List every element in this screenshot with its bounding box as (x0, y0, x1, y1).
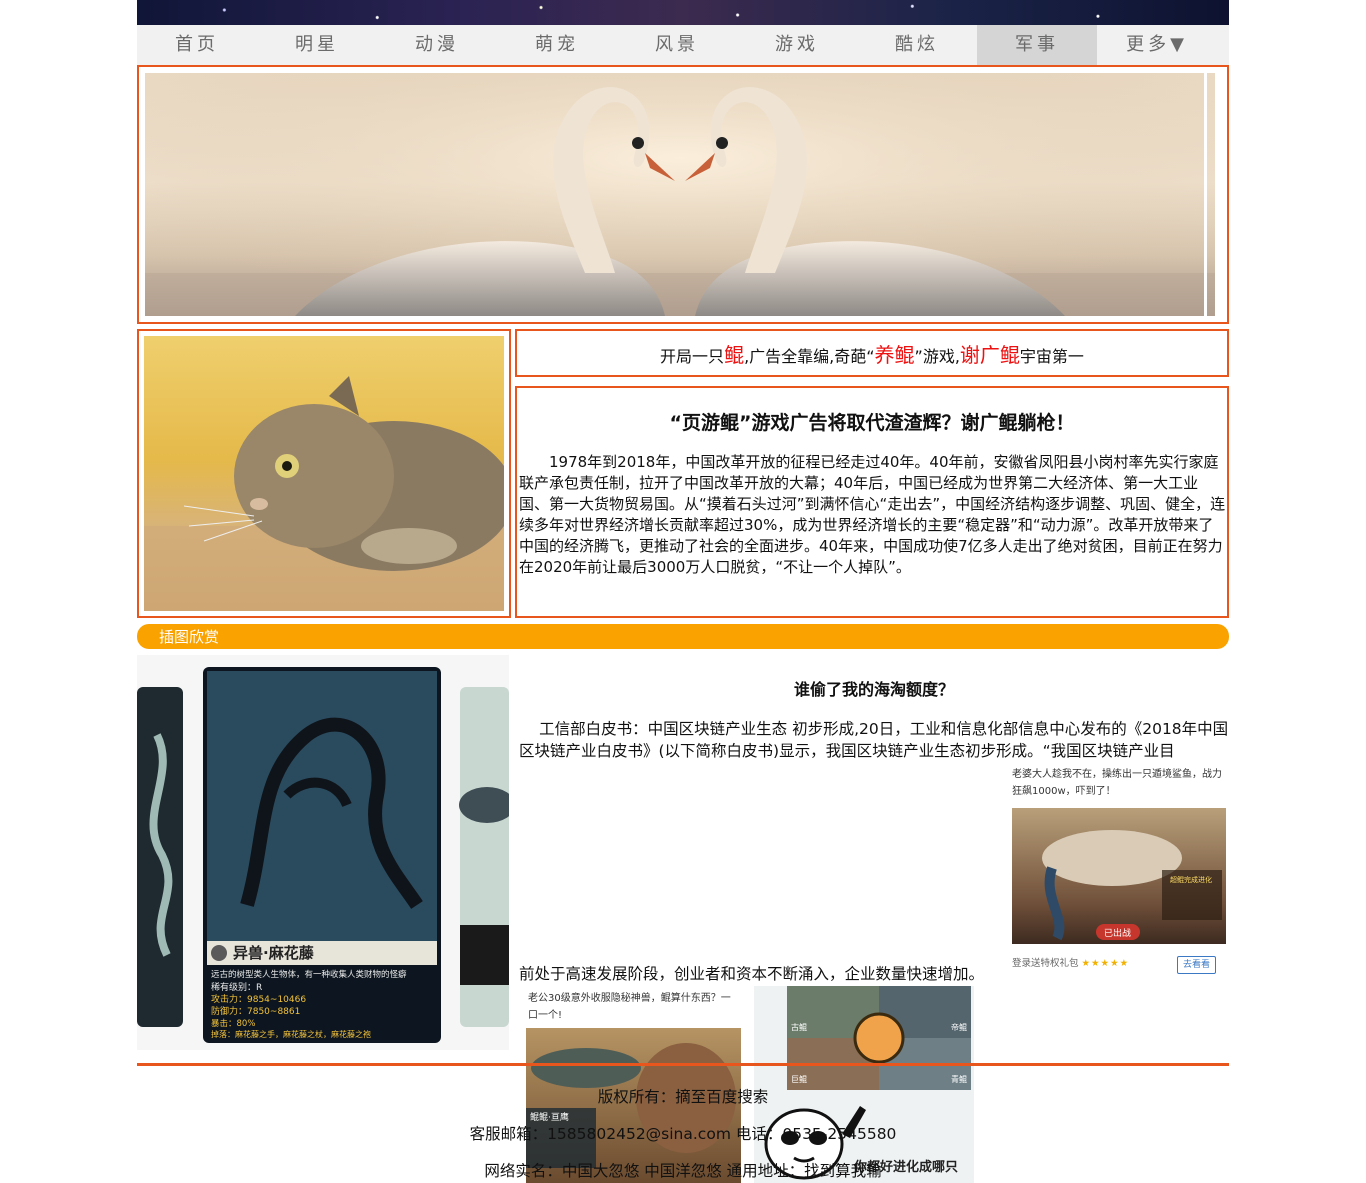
ad1-view-button[interactable]: 去看看 (1176, 956, 1216, 974)
card-attack: 攻击力：9854~10466 (211, 993, 306, 1005)
nav-item-more[interactable]: 更多▼ (1097, 25, 1217, 65)
card-title: 异兽·麻花藤 (233, 944, 315, 962)
article-box: “页游鲲”游戏广告将取代渣渣辉？谢广鲲躺枪！ 1978年到2018年，中国改革开… (515, 386, 1229, 618)
nav-item-military[interactable]: 军事 (977, 25, 1097, 65)
card-crit: 暴击：80% (211, 1018, 255, 1029)
card-defense: 防御力：7850~8861 (211, 1005, 300, 1017)
slogan-text-2: ,广告全靠编,奇葩“ (744, 347, 875, 366)
ad3-label-1: 古鲲 (791, 1022, 807, 1032)
ad3-illustration: 古鲲 巨鲲 帝鲲 青鲲 (787, 986, 971, 1090)
nav-item-pets[interactable]: 萌宠 (497, 25, 617, 65)
cat-illustration (144, 376, 504, 611)
cat-photo (144, 336, 504, 611)
footer-copyright: 版权所有：摘至百度搜索 (597, 1088, 769, 1106)
nav-item-games[interactable]: 游戏 (737, 25, 857, 65)
ad1-footer: 登录送特权礼包 ★★★★★ 去看看 (1012, 952, 1222, 976)
game-ad-1[interactable]: 老婆大人趁我不在，操练出一只遁境鲨鱼，战力狂飙1000w，吓到了！ 超鲲完成进化… (1010, 762, 1226, 980)
swans-illustration (145, 73, 1215, 316)
nav-item-anime[interactable]: 动漫 (377, 25, 497, 65)
main-nav: 首页 明星 动漫 萌宠 风景 游戏 酷炫 军事 更多▼ (137, 25, 1229, 65)
hero-banner (137, 65, 1229, 324)
nav-item-cool[interactable]: 酷炫 (857, 25, 977, 65)
ad1-illustration: 超鲲完成进化 已出战 (1042, 830, 1222, 941)
card-rarity: 稀有级别：R (211, 981, 262, 993)
nav-item-home[interactable]: 首页 (137, 25, 257, 65)
slogan-highlight-yangkun: 养鲲 (874, 343, 915, 367)
slogan-highlight-kun: 鲲 (724, 343, 745, 367)
ad3-label-2: 巨鲲 (791, 1074, 807, 1084)
ad1-badge: 已出战 (1104, 927, 1131, 939)
hero-divider (1204, 73, 1207, 316)
cat-photo-frame (137, 329, 511, 618)
game-cards-illustration: 异兽·麻花藤 远古的树型类人生物体，有一种收集人类财物的怪癖 稀有级别：R 攻击… (137, 667, 509, 1043)
illustration-carousel[interactable]: 异兽·麻花藤 远古的树型类人生物体，有一种收集人类财物的怪癖 稀有级别：R 攻击… (137, 655, 509, 1050)
header-galaxy-banner (137, 0, 1229, 25)
footer-names: 网络实名：中国大忽悠 中国洋忽悠 通用地址：找到算我输 (484, 1162, 882, 1180)
swans-image (145, 73, 1215, 316)
slogan-highlight-xieguangkun: 谢广鲲 (959, 343, 1020, 367)
gallery-section-title: 插图欣赏 (159, 628, 220, 646)
ad1-footer-text: 登录送特权礼包 (1012, 958, 1079, 969)
news-title: 谁偷了我的海淘额度？ (793, 680, 954, 699)
card-description: 远古的树型类人生物体，有一种收集人类财物的怪癖 (211, 969, 407, 980)
nav-item-stars[interactable]: 明星 (257, 25, 377, 65)
ad1-stars: ★★★★★ (1081, 958, 1130, 969)
ad1-image: 超鲲完成进化 已出战 (1012, 808, 1226, 944)
slogan-text-3: ”游戏, (914, 347, 960, 366)
ad1-overlay-text: 超鲲完成进化 (1170, 875, 1212, 884)
slogan-banner: 开局一只鲲,广告全靠编,奇葩“养鲲”游戏,谢广鲲宇宙第一 (515, 329, 1229, 377)
article-title: “页游鲲”游戏广告将取代渣渣辉？谢广鲲躺枪！ (669, 412, 1075, 434)
ad1-caption: 老婆大人趁我不在，操练出一只遁境鲨鱼，战力狂飙1000w，吓到了！ (1012, 769, 1222, 797)
gallery-section-bar: 插图欣赏 (137, 624, 1229, 649)
article-body: 1978年到2018年，中国改革开放的征程已经走过40年。40年前，安徽省凤阳县… (519, 453, 1226, 576)
page: 首页 明星 动漫 萌宠 风景 游戏 酷炫 军事 更多▼ 开局一只鲲,广告全靠编,… (137, 0, 1229, 1183)
ad3-label-3: 帝鲲 (951, 1022, 967, 1032)
ad3-image: 古鲲 巨鲲 帝鲲 青鲲 (787, 986, 971, 1090)
news-paragraph-1: 工信部白皮书：中国区块链产业生态 初步形成,20日，工业和信息化部信息中心发布的… (519, 720, 1229, 760)
nav-item-scenery[interactable]: 风景 (617, 25, 737, 65)
footer-divider (137, 1063, 1229, 1066)
slogan-text-1: 开局一只 (660, 347, 725, 366)
footer-contact: 客服邮箱：1585802452@sina.com 电话：0535-2545580 (469, 1125, 897, 1143)
ad3-label-4: 青鲲 (951, 1074, 967, 1084)
slogan-text-4: 宇宙第一 (1019, 347, 1084, 366)
ad2-caption: 老公30级意外收服隐秘神兽，鲲算什东西？一口一个! (528, 993, 731, 1021)
card-drop: 掉落：麻花藤之手，麻花藤之杖，麻花藤之袍 (211, 1029, 371, 1039)
